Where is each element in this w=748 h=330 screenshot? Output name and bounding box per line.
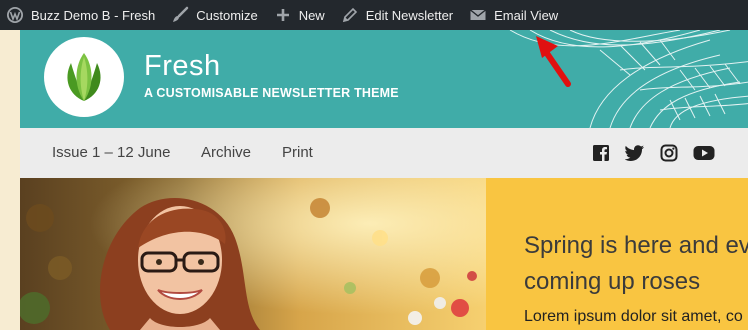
- nav-archive-link[interactable]: Archive: [201, 144, 251, 161]
- wordpress-icon: [6, 6, 24, 24]
- instagram-icon[interactable]: [658, 142, 680, 164]
- newsletter-nav: Issue 1 – 12 June Archive Print: [20, 128, 748, 178]
- leaf-logo-icon: [67, 53, 101, 101]
- hero-headline-line1: Spring is here and ev: [524, 232, 748, 259]
- admin-bar-edit-newsletter-label: Edit Newsletter: [365, 7, 454, 23]
- admin-bar-email-view[interactable]: Email View: [461, 0, 566, 30]
- admin-bar: Buzz Demo B - Fresh Customize New Edit N…: [0, 0, 748, 30]
- admin-bar-site-name[interactable]: Buzz Demo B - Fresh: [0, 0, 163, 30]
- site-logo[interactable]: [44, 37, 124, 117]
- site-title[interactable]: Fresh: [144, 50, 221, 83]
- hero-image: [20, 178, 486, 330]
- hero-text-panel: Spring is here and ev coming up roses Lo…: [486, 178, 748, 330]
- plus-icon: [274, 6, 292, 24]
- admin-bar-customize-label: Customize: [196, 7, 258, 23]
- hero-headline[interactable]: Spring is here and ev coming up roses: [524, 228, 748, 300]
- twitter-icon[interactable]: [624, 142, 646, 164]
- leaf-pattern-decoration: [509, 30, 748, 128]
- admin-bar-site-label: Buzz Demo B - Fresh: [31, 7, 156, 23]
- site-tagline: A CUSTOMISABLE NEWSLETTER THEME: [144, 86, 399, 100]
- envelope-icon: [469, 6, 487, 24]
- hero-body-text: Lorem ipsum dolor sit amet, co: [524, 308, 743, 325]
- admin-bar-customize[interactable]: Customize: [163, 0, 265, 30]
- admin-bar-edit-newsletter[interactable]: Edit Newsletter: [333, 0, 461, 30]
- issue-label: Issue 1 – 12 June: [52, 144, 171, 161]
- site-header: Fresh A CUSTOMISABLE NEWSLETTER THEME: [20, 30, 748, 128]
- brush-icon: [171, 6, 189, 24]
- admin-bar-new[interactable]: New: [266, 0, 333, 30]
- admin-bar-email-view-label: Email View: [494, 7, 559, 23]
- newsletter-page: Fresh A CUSTOMISABLE NEWSLETTER THEME Is…: [20, 30, 748, 330]
- annotation-arrow-icon: [536, 36, 571, 87]
- hero-headline-line2: coming up roses: [524, 268, 701, 295]
- pencil-icon: [341, 6, 359, 24]
- admin-bar-new-label: New: [298, 7, 325, 23]
- nav-print-link[interactable]: Print: [282, 144, 313, 161]
- youtube-icon[interactable]: [693, 142, 715, 164]
- facebook-icon[interactable]: [590, 142, 612, 164]
